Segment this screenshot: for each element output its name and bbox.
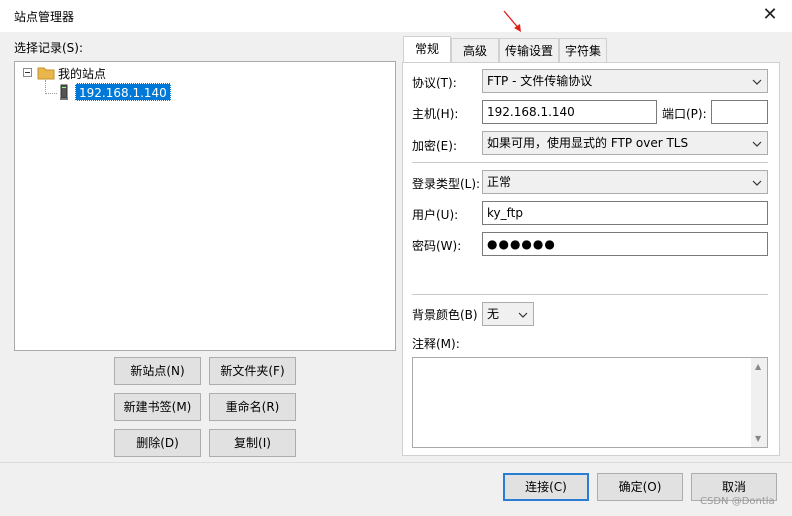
tab-general[interactable]: 常规	[403, 36, 451, 62]
encryption-label: 加密(E):	[412, 139, 457, 153]
chevron-down-icon	[752, 141, 762, 147]
site-tree[interactable]: 我的站点 192.168.1.140	[14, 61, 396, 351]
comments-scrollbar[interactable]: ▲ ▼	[751, 358, 767, 447]
title-bar	[0, 0, 792, 32]
chevron-down-icon	[752, 79, 762, 85]
scroll-down-icon[interactable]: ▼	[755, 434, 761, 443]
copy-button[interactable]: 复制(I)	[209, 429, 296, 457]
background-color-select[interactable]: 无	[482, 302, 534, 326]
user-input[interactable]: ky_ftp	[482, 201, 768, 225]
protocol-label: 协议(T):	[412, 76, 457, 90]
chevron-down-icon	[518, 312, 528, 318]
ok-button[interactable]: 确定(O)	[597, 473, 683, 501]
folder-icon	[37, 67, 55, 80]
tree-connector	[45, 93, 57, 94]
background-color-value: 无	[487, 307, 500, 321]
server-icon	[60, 84, 68, 100]
logon-type-value: 正常	[487, 175, 512, 189]
annotation-arrow-icon	[503, 10, 521, 32]
logon-type-label: 登录类型(L):	[412, 177, 481, 191]
connect-button[interactable]: 连接(C)	[503, 473, 589, 501]
logon-type-select[interactable]: 正常	[482, 170, 768, 194]
tab-advanced[interactable]: 高级	[451, 38, 499, 62]
scroll-up-icon[interactable]: ▲	[755, 362, 761, 371]
window-title: 站点管理器	[14, 10, 75, 24]
watermark: CSDN @Dontla	[700, 496, 775, 507]
delete-button[interactable]: 删除(D)	[114, 429, 201, 457]
encryption-select[interactable]: 如果可用，使用显式的 FTP over TLS	[482, 131, 768, 155]
password-label: 密码(W):	[412, 239, 462, 253]
port-label: 端口(P):	[662, 107, 707, 121]
comments-textarea[interactable]: ▲ ▼	[412, 357, 768, 448]
tree-connector	[45, 80, 46, 94]
divider	[412, 294, 768, 295]
new-bookmark-button[interactable]: 新建书签(M)	[114, 393, 201, 421]
close-icon[interactable]: ✕	[760, 5, 780, 25]
port-input[interactable]	[711, 100, 768, 124]
chevron-down-icon	[752, 180, 762, 186]
new-site-button[interactable]: 新站点(N)	[114, 357, 201, 385]
select-entry-label: 选择记录(S):	[14, 41, 84, 55]
comments-label: 注释(M):	[412, 337, 460, 351]
protocol-value: FTP - 文件传输协议	[487, 74, 593, 88]
collapse-icon[interactable]	[23, 68, 32, 77]
rename-button[interactable]: 重命名(R)	[209, 393, 296, 421]
divider	[412, 162, 768, 163]
new-folder-button[interactable]: 新文件夹(F)	[209, 357, 296, 385]
tab-charset[interactable]: 字符集	[559, 38, 607, 62]
protocol-select[interactable]: FTP - 文件传输协议	[482, 69, 768, 93]
tab-transfer-settings[interactable]: 传输设置	[499, 38, 559, 62]
tree-folder-my-sites[interactable]: 我的站点	[58, 65, 106, 82]
host-label: 主机(H):	[412, 107, 459, 121]
tree-item-site[interactable]: 192.168.1.140	[75, 83, 171, 101]
password-input[interactable]: ●●●●●●	[482, 232, 768, 256]
host-input[interactable]: 192.168.1.140	[482, 100, 657, 124]
background-color-label: 背景颜色(B)	[412, 308, 478, 322]
user-label: 用户(U):	[412, 208, 459, 222]
encryption-value: 如果可用，使用显式的 FTP over TLS	[487, 136, 689, 150]
